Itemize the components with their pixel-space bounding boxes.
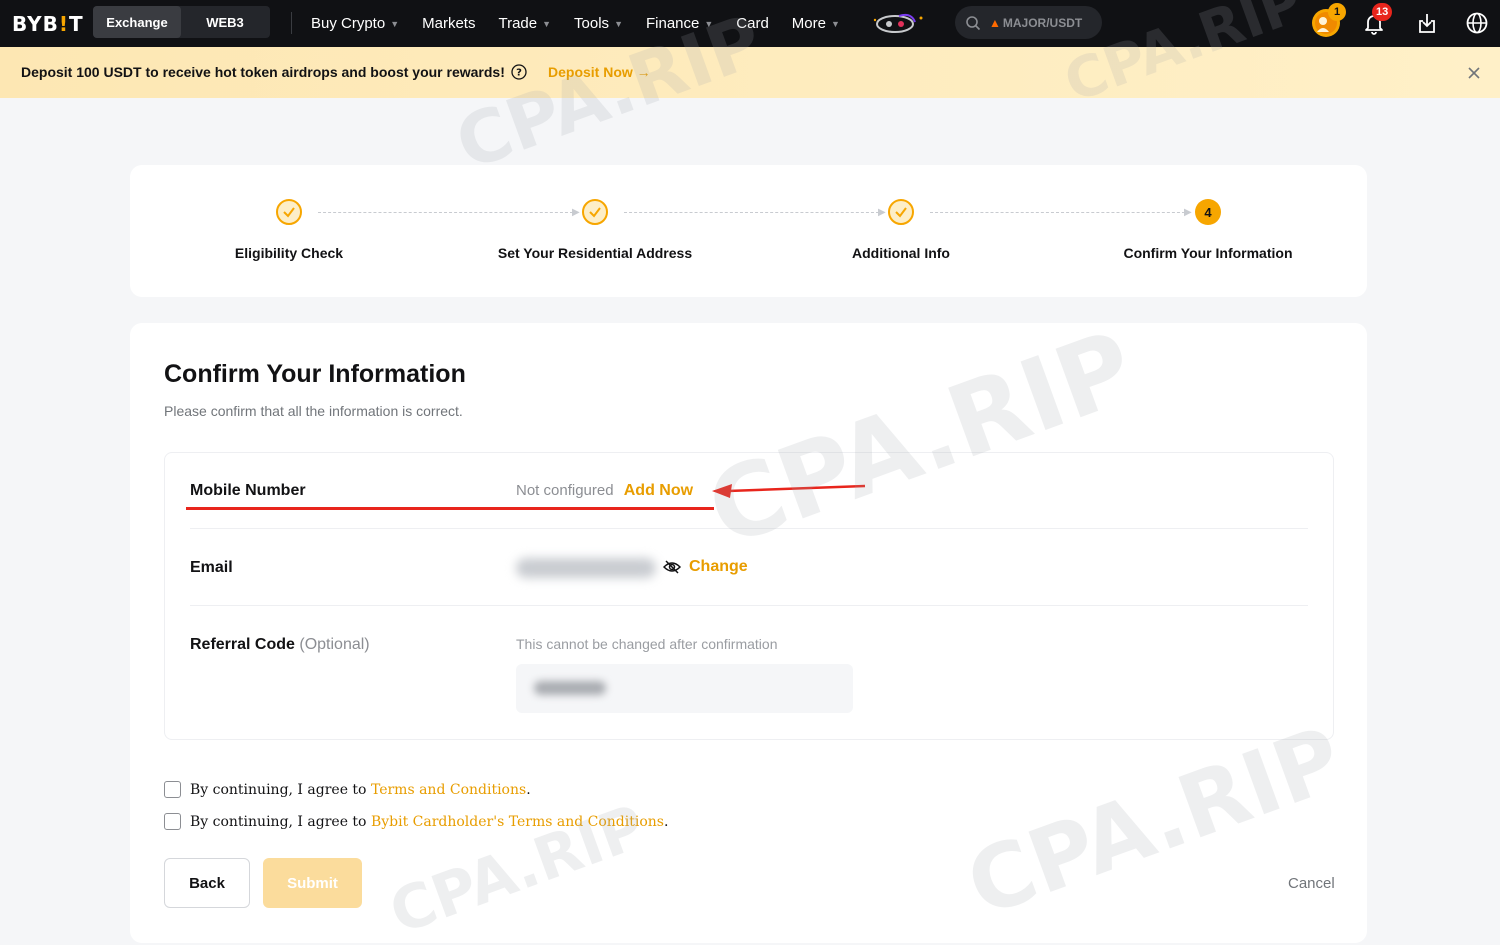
help-icon[interactable]: ? [511,64,527,80]
eye-off-icon[interactable] [663,559,681,575]
step-residential-address: Set Your Residential Address [445,199,745,261]
chevron-down-icon: ▼ [614,18,623,29]
cancel-link[interactable]: Cancel [1288,875,1335,892]
bybit-logo[interactable]: BYB!T [12,12,84,36]
chevron-down-icon: ▼ [830,18,840,29]
step-label: Confirm Your Information [1123,245,1293,261]
menu-tools[interactable]: Tools ▼ [574,15,623,32]
fire-icon: ▲ [989,15,1001,30]
menu-finance[interactable]: Finance ▼ [646,15,713,32]
mobile-number-value: Not configured Add Now [516,482,693,500]
cardholder-terms-link[interactable]: Bybit Cardholder's Terms and Conditions [371,814,664,830]
step-confirm-information: 4 Confirm Your Information [1058,199,1358,261]
mobile-status: Not configured [516,482,614,499]
change-email-link[interactable]: Change [689,558,748,576]
submit-button[interactable]: Submit [263,858,362,908]
agree-suffix: . [526,781,531,798]
banner-text: Deposit 100 USDT to receive hot token ai… [21,64,505,80]
check-icon [582,199,608,225]
back-button[interactable]: Back [164,858,250,908]
close-icon[interactable] [1466,65,1482,81]
step-label: Set Your Residential Address [497,245,693,261]
agree-suffix: . [663,813,669,830]
add-now-link[interactable]: Add Now [624,482,693,499]
logo-text: BYB [12,12,59,36]
menu-label: Card [736,15,769,32]
optional-tag: (Optional) [299,636,370,653]
check-icon [888,199,914,225]
page-subtitle: Please confirm that all the information … [164,403,463,419]
cardholder-agreement: By continuing, I agree to Bybit Cardhold… [164,813,668,830]
search-trending-text: MAJOR/USDT [1002,15,1083,30]
search-bar[interactable]: ▲ MAJOR/USDT [955,6,1102,39]
progress-stepper: ▶ ▶ ▶ Eligibility Check Set Your Residen… [130,165,1367,297]
terms-link[interactable]: Terms and Conditions [371,782,526,798]
step-label: Additional Info [852,245,950,261]
mobile-number-label: Mobile Number [190,482,306,499]
page-title: Confirm Your Information [164,360,466,388]
svg-text:?: ? [516,68,522,79]
game-promo-icon[interactable] [871,10,927,36]
email-value-masked [516,558,656,578]
exchange-web3-switch: Exchange WEB3 [93,6,270,38]
logo-dot: ! [58,12,70,36]
chevron-down-icon: ▼ [704,18,714,29]
annotation-underline [186,507,714,510]
segment-exchange[interactable]: Exchange [93,6,181,38]
step-additional-info: Additional Info [751,199,1051,261]
chevron-down-icon: ▼ [542,18,552,29]
cardholder-terms-checkbox[interactable] [164,813,181,830]
terms-agreement: By continuing, I agree to Terms and Cond… [164,781,531,798]
menu-markets[interactable]: Markets [422,15,475,32]
check-icon [276,199,302,225]
nav-divider [291,12,292,34]
referral-code-input[interactable] [516,664,853,713]
menu-card[interactable]: Card [736,15,769,32]
referral-code-masked [534,681,606,695]
terms-checkbox[interactable] [164,781,181,798]
chevron-down-icon: ▼ [390,18,400,29]
row-divider [190,605,1308,606]
download-icon[interactable] [1415,11,1439,35]
menu-label: Finance [645,15,700,32]
globe-icon[interactable] [1465,11,1489,35]
step-number: 4 [1195,199,1221,225]
promo-banner: Deposit 100 USDT to receive hot token ai… [0,47,1500,98]
row-divider [190,528,1308,529]
menu-label: Tools [574,15,610,32]
agree-text: By continuing, I agree to [190,781,371,798]
menu-buy-crypto[interactable]: Buy Crypto ▼ [311,15,399,32]
referral-code-label: Referral Code (Optional) [190,636,370,654]
notifications-badge: 13 [1372,3,1393,21]
agree-text: By continuing, I agree to [190,813,371,830]
menu-more[interactable]: More ▼ [792,15,840,32]
step-label: Eligibility Check [234,245,344,261]
menu-label: Buy Crypto [311,15,386,32]
search-icon [966,15,981,30]
step-eligibility-check: Eligibility Check [139,199,439,261]
rewards-badge: 1 [1328,3,1346,21]
main-menu: Buy Crypto ▼ Markets Trade ▼ Tools ▼ Financ… [311,0,863,47]
logo-text-end: T [69,12,84,36]
top-nav: BYB!T Exchange WEB3 Buy Crypto ▼ Markets … [0,0,1500,47]
menu-label: More [791,15,826,32]
email-label: Email [190,559,233,576]
segment-web3[interactable]: WEB3 [181,6,269,38]
annotation-arrow [712,484,866,498]
menu-trade[interactable]: Trade ▼ [498,15,551,32]
referral-label-text: Referral Code [190,636,295,653]
deposit-now-link[interactable]: Deposit Now → [548,64,651,80]
menu-label: Trade [498,15,538,32]
menu-label: Markets [422,15,476,32]
referral-hint: This cannot be changed after confirmatio… [516,636,778,652]
